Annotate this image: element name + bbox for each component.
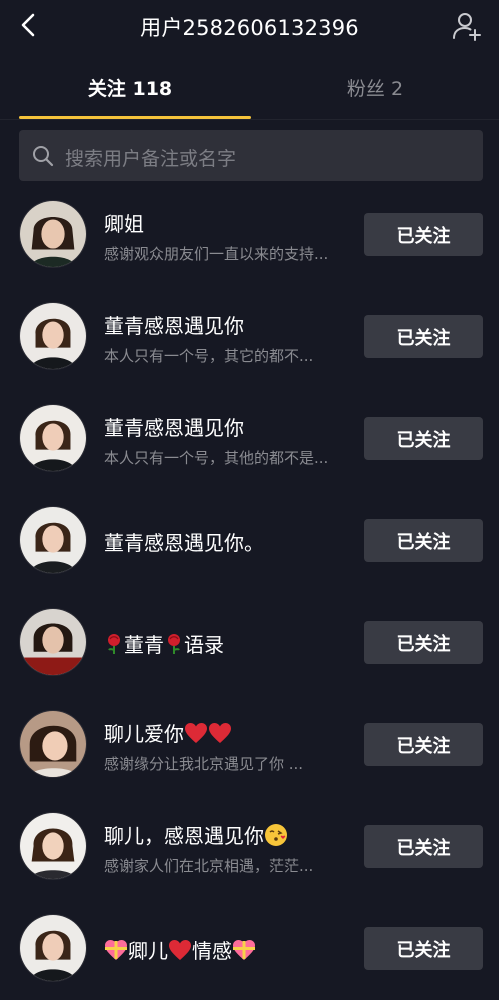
- list-item[interactable]: 董青感恩遇见你 本人只有一个号，其他的都不是... 已关注: [0, 387, 499, 489]
- following-list: 卿姐 感谢观众朋友们一直以来的支持... 已关注 董青感恩遇见你 本人只有一个号…: [0, 183, 499, 999]
- following-button[interactable]: 已关注: [364, 927, 483, 970]
- avatar[interactable]: [19, 506, 87, 574]
- avatar[interactable]: [19, 710, 87, 778]
- list-item[interactable]: 卿姐 感谢观众朋友们一直以来的支持... 已关注: [0, 183, 499, 285]
- list-item[interactable]: 聊儿爱你 感谢缘分让我北京遇见了你 ... 已关注: [0, 693, 499, 795]
- heart-emoji-icon: [208, 722, 232, 749]
- user-description: 本人只有一个号，其它的都不...: [104, 347, 314, 365]
- add-user-icon[interactable]: [451, 10, 483, 42]
- rose-emoji-icon: [164, 633, 184, 660]
- list-item[interactable]: 董青 语录 已关注: [0, 591, 499, 693]
- user-name: 卿儿 情感: [104, 935, 256, 966]
- following-button[interactable]: 已关注: [364, 315, 483, 358]
- list-item[interactable]: 聊儿，感恩遇见你 感谢家人们在北京相遇，茫茫... 已关注: [0, 795, 499, 897]
- avatar[interactable]: [19, 200, 87, 268]
- user-name-part: 语录: [184, 633, 224, 657]
- gift-heart-emoji-icon: [104, 939, 128, 966]
- avatar[interactable]: [19, 914, 87, 982]
- list-item[interactable]: 董青感恩遇见你。 已关注: [0, 489, 499, 591]
- user-name: 董青感恩遇见你。: [104, 531, 264, 555]
- user-name-part: 董青: [124, 633, 164, 657]
- list-item[interactable]: 董青感恩遇见你 本人只有一个号，其它的都不... 已关注: [0, 285, 499, 387]
- user-description: 本人只有一个号，其他的都不是...: [104, 449, 329, 467]
- user-name: 聊儿爱你: [104, 718, 232, 749]
- user-name-part: 聊儿爱你: [104, 722, 184, 746]
- following-button[interactable]: 已关注: [364, 723, 483, 766]
- user-name: 卿姐: [104, 212, 144, 236]
- heart-emoji-icon: [168, 939, 192, 966]
- tab-fans[interactable]: 粉丝 2: [255, 74, 495, 101]
- search-input[interactable]: 搜索用户备注或名字: [19, 130, 483, 181]
- divider: [0, 119, 499, 120]
- user-name-part: 聊儿，感恩遇见你: [104, 824, 264, 848]
- user-name-part: 情感: [192, 939, 232, 963]
- page-title: 用户2582606132396: [140, 16, 359, 40]
- heart-emoji-icon: [184, 722, 208, 749]
- user-description: 感谢观众朋友们一直以来的支持...: [104, 245, 329, 263]
- search-icon: [33, 146, 54, 167]
- tab-following[interactable]: 关注 118: [10, 74, 250, 101]
- user-name: 董青感恩遇见你: [104, 314, 244, 338]
- avatar[interactable]: [19, 812, 87, 880]
- following-button[interactable]: 已关注: [364, 621, 483, 664]
- user-description: 感谢家人们在北京相遇，茫茫...: [104, 857, 314, 875]
- following-button[interactable]: 已关注: [364, 519, 483, 562]
- user-description: 感谢缘分让我北京遇见了你 ...: [104, 755, 304, 773]
- tab-bar: 关注 118 粉丝 2: [0, 60, 499, 120]
- following-button[interactable]: 已关注: [364, 417, 483, 460]
- top-bar: 用户2582606132396: [0, 0, 499, 52]
- list-item[interactable]: 卿儿 情感 已关注: [0, 897, 499, 999]
- user-name-part: 卿儿: [128, 939, 168, 963]
- kiss-emoji-icon: [264, 823, 288, 852]
- rose-emoji-icon: [104, 633, 124, 660]
- following-button[interactable]: 已关注: [364, 213, 483, 256]
- following-button[interactable]: 已关注: [364, 825, 483, 868]
- search-placeholder: 搜索用户备注或名字: [65, 148, 237, 170]
- user-name: 聊儿，感恩遇见你: [104, 820, 288, 852]
- avatar[interactable]: [19, 404, 87, 472]
- gift-heart-emoji-icon: [232, 939, 256, 966]
- avatar[interactable]: [19, 608, 87, 676]
- user-name: 董青感恩遇见你: [104, 416, 244, 440]
- avatar[interactable]: [19, 302, 87, 370]
- user-name: 董青 语录: [104, 629, 224, 660]
